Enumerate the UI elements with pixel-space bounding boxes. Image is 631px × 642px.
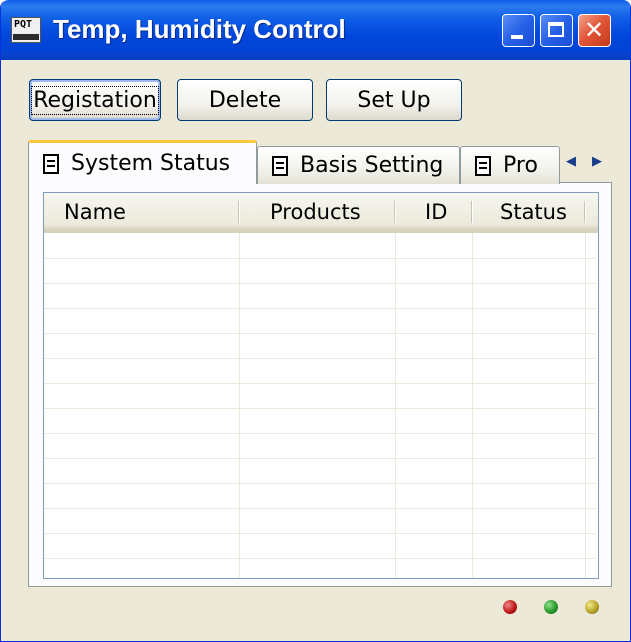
status-list[interactable]: Name Products ID Status [43,192,599,579]
document-icon [272,155,288,176]
status-led-yellow [585,600,599,614]
delete-button-label: Delete [208,87,282,113]
close-icon: ✕ [583,16,605,44]
tab-pro[interactable]: Pro [460,146,560,184]
app-logo-icon[interactable]: PQT [11,17,41,43]
grid-row-line [44,308,596,309]
delete-button[interactable]: Delete [177,79,313,121]
grid-row-line [44,558,596,559]
list-header: Name Products ID Status [44,193,598,233]
grid-row-line [44,458,596,459]
minimize-button[interactable] [502,14,535,47]
registation-button-label: Registation [31,85,159,115]
document-icon [43,153,59,174]
column-divider[interactable] [394,201,395,223]
grid-row-line [44,408,596,409]
column-header-id[interactable]: ID [425,193,447,230]
list-body[interactable] [44,233,598,578]
grid-row-line [44,283,596,284]
column-header-status[interactable]: Status [500,193,567,230]
column-header-products[interactable]: Products [270,193,361,230]
column-divider[interactable] [238,201,239,223]
column-header-name[interactable]: Name [64,193,126,230]
minimize-icon [511,35,523,39]
app-logo-text: PQT [14,19,33,30]
close-button[interactable]: ✕ [578,14,611,47]
grid-row-line [44,358,596,359]
grid-column-line [395,233,396,578]
column-divider[interactable] [471,201,472,223]
title-bar[interactable]: PQT Temp, Humidity Control ✕ [1,0,630,60]
status-led-red [503,600,517,614]
grid-column-line [239,233,240,578]
grid-row-line [44,508,596,509]
tab-basis-setting[interactable]: Basis Setting [257,146,460,184]
window-title: Temp, Humidity Control [53,14,346,44]
app-logo-bar [13,34,39,40]
tab-scroll-left-icon[interactable]: ◀ [558,149,584,173]
grid-row-line [44,483,596,484]
grid-column-line [472,233,473,578]
tab-system-status[interactable]: System Status [28,140,257,184]
column-divider[interactable] [584,201,585,223]
grid-row-line [44,383,596,384]
setup-button-label: Set Up [357,87,431,113]
tab-scroll-right-icon[interactable]: ▶ [584,149,610,173]
tab-label: System Status [71,151,231,176]
grid-row-line [44,533,596,534]
registation-button[interactable]: Registation [29,79,161,121]
grid-row-line [44,258,596,259]
app-window: PQT Temp, Humidity Control ✕ Registation… [0,0,631,642]
maximize-icon [548,22,564,37]
document-icon [475,155,491,176]
tab-scroll-arrows: ◀ ▶ [558,149,610,173]
tab-label: Basis Setting [300,153,444,178]
grid-row-line [44,433,596,434]
tab-label: Pro [503,153,538,178]
maximize-button[interactable] [540,14,573,47]
grid-column-line [585,233,586,578]
status-led-green [544,600,558,614]
setup-button[interactable]: Set Up [326,79,462,121]
grid-row-line [44,333,596,334]
